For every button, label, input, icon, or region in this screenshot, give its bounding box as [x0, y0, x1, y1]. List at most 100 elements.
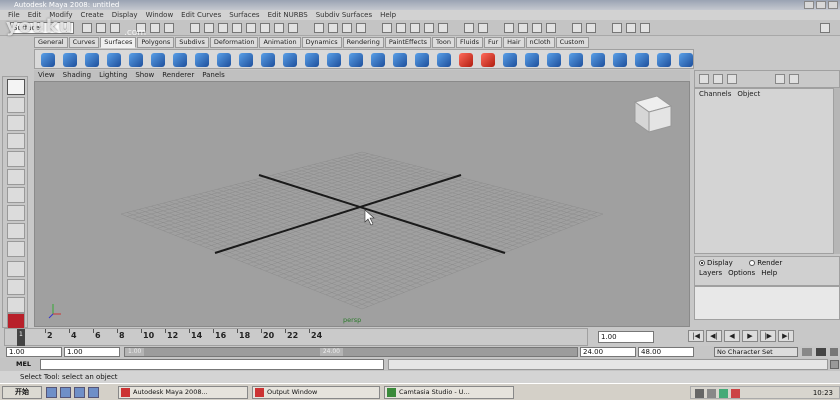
snap-view-plane-icon[interactable]: [356, 23, 366, 33]
tray-volume-icon[interactable]: [707, 389, 716, 398]
shelf-tab-painteffects[interactable]: PaintEffects: [384, 37, 432, 48]
show-manipulator-icon[interactable]: [7, 223, 25, 239]
open-close-surfaces-icon[interactable]: [569, 53, 583, 67]
attach-surfaces-icon[interactable]: [503, 53, 517, 67]
panel-menu-panels[interactable]: Panels: [202, 70, 225, 81]
quick-launch-media-icon[interactable]: [74, 387, 85, 398]
help-icon[interactable]: [438, 23, 448, 33]
shelf-tab-ncloth[interactable]: nCloth: [525, 37, 555, 48]
mel-label[interactable]: MEL: [16, 360, 31, 368]
render-frame-icon[interactable]: [396, 23, 406, 33]
render-settings-icon[interactable]: [424, 23, 434, 33]
mask-rendering-icon[interactable]: [274, 23, 284, 33]
shelf-tab-toon[interactable]: Toon: [432, 37, 455, 48]
panel-menu-lighting[interactable]: Lighting: [99, 70, 127, 81]
select-by-object-icon[interactable]: [150, 23, 160, 33]
input-output-icon[interactable]: [464, 23, 474, 33]
soft-modification-icon[interactable]: [7, 205, 25, 221]
menu-create[interactable]: Create: [80, 10, 103, 20]
new-scene-icon[interactable]: [82, 23, 92, 33]
character-set-select[interactable]: No Character Set: [714, 347, 798, 357]
arc-tool-icon[interactable]: [546, 23, 556, 33]
lasso-tool-icon[interactable]: [7, 97, 25, 113]
playback-start-field[interactable]: 1.00: [64, 347, 120, 357]
scale-tool-icon[interactable]: [7, 169, 25, 185]
manipulator-tool-icon[interactable]: [7, 187, 25, 203]
layout-toggle-b-icon[interactable]: [789, 74, 799, 84]
mask-dynamics-icon[interactable]: [260, 23, 270, 33]
mask-surfaces-icon[interactable]: [232, 23, 242, 33]
shelf-tab-animation[interactable]: Animation: [259, 37, 301, 48]
panel-menu-shading[interactable]: Shading: [63, 70, 91, 81]
quick-launch-ie-icon[interactable]: [46, 387, 57, 398]
auto-key-icon[interactable]: [816, 348, 826, 356]
history-icon[interactable]: [382, 23, 392, 33]
attribute-editor-toggle-icon[interactable]: [713, 74, 723, 84]
snap-grid-icon[interactable]: [314, 23, 324, 33]
close-button[interactable]: [828, 1, 838, 9]
insert-isoparm-icon[interactable]: [591, 53, 605, 67]
range-handle-end[interactable]: 24.00: [319, 348, 343, 356]
last-tool-icon[interactable]: [7, 241, 25, 257]
taskbar-item-camtasia[interactable]: Camtasia Studio - U...: [384, 386, 514, 399]
shelf-tab-curves[interactable]: Curves: [68, 37, 100, 48]
snap-point-icon[interactable]: [342, 23, 352, 33]
menu-display[interactable]: Display: [112, 10, 138, 20]
ep-curve-icon[interactable]: [518, 23, 528, 33]
nurbs-cone-icon[interactable]: [107, 53, 121, 67]
outliner-layout-icon[interactable]: [7, 297, 25, 313]
square-surface-icon[interactable]: [349, 53, 363, 67]
mask-misc-icon[interactable]: [288, 23, 298, 33]
render-layer-radio[interactable]: [749, 260, 756, 266]
script-editor-icon[interactable]: [830, 360, 839, 369]
planar-icon[interactable]: [261, 53, 275, 67]
menu-edit-nurbs[interactable]: Edit NURBS: [268, 10, 308, 20]
current-frame-marker[interactable]: 1: [17, 329, 25, 346]
minimize-button[interactable]: [804, 1, 814, 9]
quick-launch-explorer-icon[interactable]: [88, 387, 99, 398]
toggle-sidebar-icon[interactable]: [820, 23, 830, 33]
nurbs-sphere-icon[interactable]: [41, 53, 55, 67]
ipr-render-icon[interactable]: [410, 23, 420, 33]
key-icon[interactable]: [802, 348, 812, 356]
extend-surfaces-icon[interactable]: [613, 53, 627, 67]
maximize-button[interactable]: [816, 1, 826, 9]
shelf-tab-subdivs[interactable]: Subdivs: [175, 37, 209, 48]
layers-menu-help[interactable]: Help: [761, 269, 777, 277]
layer-list[interactable]: [694, 286, 840, 320]
perspective-viewport[interactable]: persp: [34, 81, 690, 327]
go-to-start-button[interactable]: |◀: [688, 330, 704, 342]
step-forward-button[interactable]: |▶: [760, 330, 776, 342]
offset-surfaces-icon[interactable]: [635, 53, 649, 67]
rebuild-icon[interactable]: [586, 23, 596, 33]
taskbar-item-output-window[interactable]: Output Window: [252, 386, 380, 399]
shelf-tab-fluids[interactable]: Fluids: [455, 37, 483, 48]
loft-icon[interactable]: [239, 53, 253, 67]
project-curve-icon[interactable]: [415, 53, 429, 67]
show-channel-box-icon[interactable]: [640, 23, 650, 33]
range-bar[interactable]: 1.00 24.00: [124, 347, 578, 357]
range-handle-start[interactable]: 1.00: [125, 348, 145, 356]
bevel-plus-icon[interactable]: [393, 53, 407, 67]
shelf-tab-deformation[interactable]: Deformation: [209, 37, 259, 48]
view-cube-icon[interactable]: [633, 95, 673, 133]
boundary-icon[interactable]: [327, 53, 341, 67]
menu-window[interactable]: Window: [146, 10, 174, 20]
shelf-tab-polygons[interactable]: Polygons: [137, 37, 175, 48]
paint-select-tool-icon[interactable]: [7, 115, 25, 131]
time-slider[interactable]: 1 2 4 6 8 10 12 14 16 18 20 22 24: [4, 328, 588, 346]
panel-menu-renderer[interactable]: Renderer: [162, 70, 194, 81]
play-backwards-button[interactable]: ◀: [724, 330, 740, 342]
nurbs-circle-icon[interactable]: [173, 53, 187, 67]
layout-shortcut-icon[interactable]: [7, 313, 25, 329]
isoparm-icon[interactable]: [572, 23, 582, 33]
rebuild-surfaces-icon[interactable]: [657, 53, 671, 67]
detach-surfaces-icon[interactable]: [525, 53, 539, 67]
range-start-field[interactable]: 1.00: [6, 347, 62, 357]
sculpt-geometry-icon[interactable]: [679, 53, 693, 67]
layout-toggle-a-icon[interactable]: [775, 74, 785, 84]
start-button[interactable]: 开始: [2, 386, 42, 399]
mask-deformations-icon[interactable]: [246, 23, 256, 33]
select-tool-icon[interactable]: [7, 79, 25, 95]
layers-menu-layers[interactable]: Layers: [699, 269, 722, 277]
